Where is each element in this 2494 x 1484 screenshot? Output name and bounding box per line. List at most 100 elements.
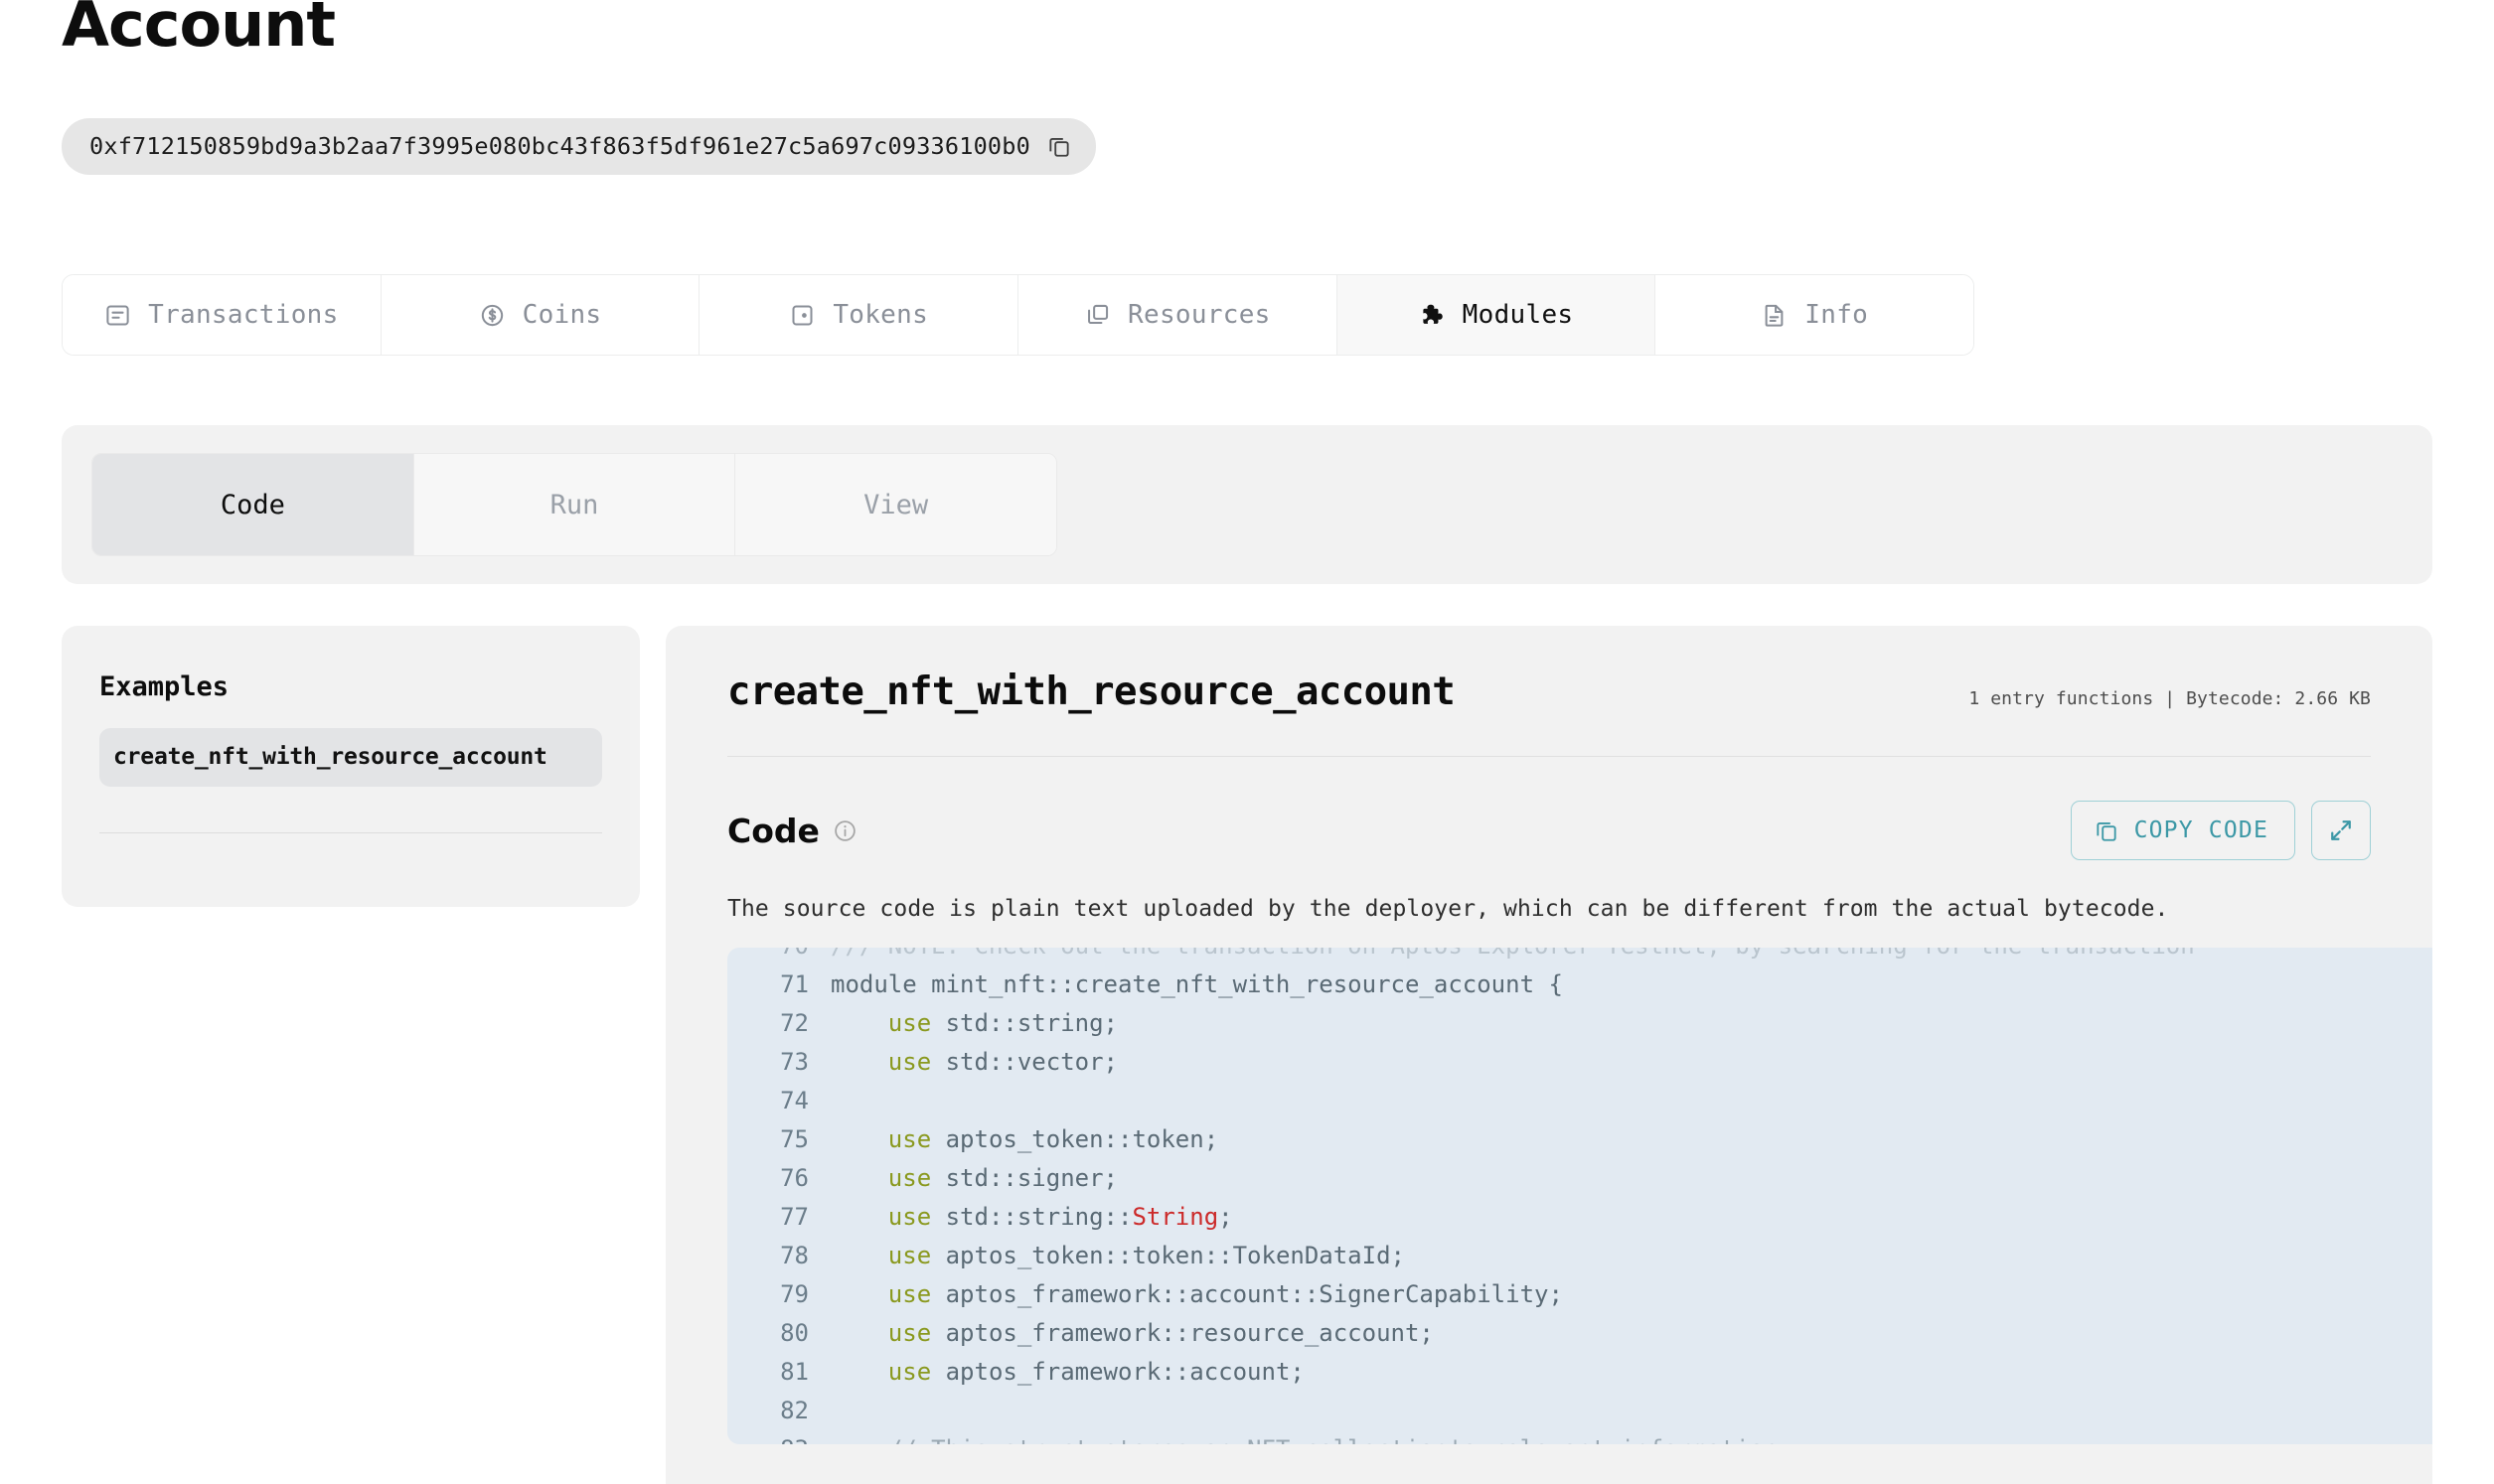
code-line: 76 use std::signer; (727, 1158, 2432, 1197)
code-line: 73 use std::vector; (727, 1042, 2432, 1081)
subtab-label: Run (549, 489, 599, 520)
tab-tokens[interactable]: Tokens (700, 275, 1019, 356)
line-content: use aptos_framework::account::SignerCapa… (831, 1280, 1563, 1308)
code-line: 70/// NOTE: Check out the transaction on… (727, 948, 2432, 965)
code-token: use (887, 1318, 932, 1347)
account-tabbar: Transactions Coins Tokens Resources Modu… (62, 274, 1974, 357)
document-icon (1761, 302, 1788, 329)
line-content: use std::string::String; (831, 1203, 1233, 1231)
tab-info[interactable]: Info (1655, 275, 1973, 356)
code-source-note: The source code is plain text uploaded b… (727, 896, 2169, 923)
line-content: /// NOTE: Check out the transaction on A… (831, 948, 2195, 960)
module-item-label: create_nft_with_resource_account (113, 744, 547, 771)
code-line: 72 use std::string; (727, 1003, 2432, 1042)
module-header: create_nft_with_resource_account 1 entry… (727, 669, 2371, 714)
line-number: 83 (727, 1435, 831, 1445)
line-content: use aptos_token::token; (831, 1125, 1218, 1153)
copy-icon (2094, 817, 2119, 843)
code-token: use (887, 1279, 932, 1308)
line-number: 70 (727, 948, 831, 960)
subtab-view[interactable]: View (735, 454, 1056, 556)
line-content: use std::string; (831, 1009, 1118, 1037)
module-content: Examples create_nft_with_resource_accoun… (62, 626, 2432, 1484)
account-address-text: 0xf712150859bd9a3b2aa7f3995e080bc43f863f… (89, 132, 1030, 161)
line-number: 79 (780, 1279, 809, 1308)
tab-coins[interactable]: Coins (381, 275, 701, 356)
subtab-run[interactable]: Run (413, 454, 736, 556)
line-content: module mint_nft::create_nft_with_resourc… (831, 970, 1563, 998)
code-line: 78 use aptos_token::token::TokenDataId; (727, 1236, 2432, 1274)
line-number: 71 (780, 969, 809, 998)
code-token: String (1132, 1202, 1219, 1231)
code-token: ; (1218, 1202, 1233, 1231)
subtab-group: Code Run View (91, 453, 1057, 557)
code-line: 81 use aptos_framework::account; (727, 1352, 2432, 1391)
module-sidebar: Examples create_nft_with_resource_accoun… (62, 626, 640, 908)
code-viewer[interactable]: 70/// NOTE: Check out the transaction on… (727, 948, 2432, 1445)
line-content: use std::signer; (831, 1164, 1118, 1192)
token-square-icon (789, 302, 816, 329)
code-token: aptos_framework::account::SignerCapabili… (931, 1279, 1563, 1308)
code-line: 79 use aptos_framework::account::SignerC… (727, 1274, 2432, 1313)
code-line: 80 use aptos_framework::resource_account… (727, 1313, 2432, 1352)
code-token: use (887, 1202, 932, 1231)
code-token: std::signer; (931, 1163, 1118, 1192)
code-token: use (887, 1047, 932, 1076)
code-token: use (887, 1163, 932, 1192)
copy-code-button[interactable]: COPY CODE (2070, 801, 2295, 861)
subtab-label: Code (220, 489, 285, 520)
line-number: 80 (780, 1318, 809, 1347)
sidebar-item-create-nft-with-resource-account[interactable]: create_nft_with_resource_account (99, 728, 602, 788)
layers-icon (1084, 302, 1111, 329)
code-token: /// NOTE: Check out the transaction on A… (831, 948, 2195, 960)
page-title: Account (62, 0, 336, 61)
subtab-code[interactable]: Code (92, 454, 414, 556)
code-token: aptos_token::token::TokenDataId; (931, 1241, 1405, 1269)
line-number: 74 (780, 1086, 809, 1114)
line-number: 82 (780, 1396, 809, 1424)
line-content: use aptos_token::token::TokenDataId; (831, 1242, 1405, 1269)
line-number: 76 (780, 1163, 809, 1192)
tab-label: Info (1804, 300, 1869, 331)
module-title: create_nft_with_resource_account (727, 669, 1456, 715)
tab-resources[interactable]: Resources (1018, 275, 1337, 356)
tab-modules[interactable]: Modules (1336, 275, 1656, 356)
code-token: // This struct stores an NFT collection'… (831, 1435, 1779, 1445)
account-page: Account 0xf712150859bd9a3b2aa7f3995e080b… (0, 0, 2494, 1484)
line-content: // This struct stores an NFT collection'… (831, 1435, 1779, 1445)
module-view-switcher: Code Run View (62, 425, 2432, 585)
expand-code-button[interactable] (2311, 801, 2371, 861)
code-line: 82 (727, 1391, 2432, 1429)
account-address-pill[interactable]: 0xf712150859bd9a3b2aa7f3995e080bc43f863f… (62, 118, 1096, 176)
code-token: aptos_token::token; (931, 1124, 1219, 1153)
line-number: 73 (780, 1047, 809, 1076)
line-content: use std::vector; (831, 1048, 1118, 1076)
line-number: 72 (780, 1008, 809, 1037)
copy-icon[interactable] (1046, 133, 1072, 159)
code-lines: 70/// NOTE: Check out the transaction on… (727, 948, 2432, 1444)
tab-transactions[interactable]: Transactions (63, 275, 382, 356)
code-line: 77 use std::string::String; (727, 1197, 2432, 1236)
sidebar-heading: Examples (99, 671, 230, 703)
info-circle-icon[interactable] (833, 818, 857, 843)
code-line: 74 (727, 1081, 2432, 1119)
code-token: std::string:: (931, 1202, 1133, 1231)
code-token: std::vector; (931, 1047, 1118, 1076)
code-line: 83 // This struct stores an NFT collecti… (727, 1429, 2432, 1445)
header-divider (727, 756, 2371, 758)
coin-dollar-icon (479, 302, 506, 329)
code-token: module mint_nft::create_nft_with_resourc… (831, 969, 1563, 998)
tab-label: Coins (522, 300, 602, 331)
code-section-title: Code (727, 811, 820, 850)
code-token: use (887, 1124, 932, 1153)
line-number: 75 (780, 1124, 809, 1153)
module-detail-card: create_nft_with_resource_account 1 entry… (666, 626, 2432, 1484)
line-number: 78 (780, 1241, 809, 1269)
